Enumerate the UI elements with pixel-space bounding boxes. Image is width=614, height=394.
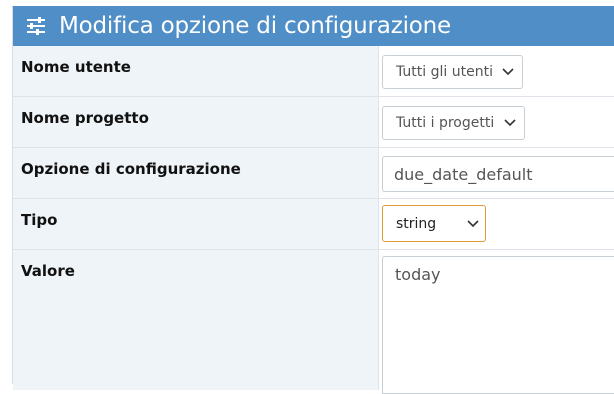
user-field-cell: Tutti gli utenti — [379, 46, 614, 96]
project-select[interactable]: Tutti i progetti — [382, 106, 525, 140]
form-row-type: Tipo string — [13, 199, 614, 250]
config-form: Nome utente Tutti gli utenti Nome proget… — [13, 46, 614, 394]
chevron-down-icon — [504, 119, 516, 127]
config-option-panel: Modifica opzione di configurazione Nome … — [12, 6, 614, 394]
panel-header: Modifica opzione di configurazione — [13, 6, 614, 46]
user-label: Nome utente — [13, 46, 379, 96]
option-label: Opzione di configurazione — [13, 148, 379, 198]
value-textarea[interactable]: today — [382, 256, 614, 394]
user-select[interactable]: Tutti gli utenti — [382, 55, 523, 89]
sliders-icon — [27, 17, 45, 35]
option-input[interactable]: due_date_default — [382, 156, 614, 192]
chevron-down-icon — [502, 68, 514, 76]
chevron-down-icon — [467, 220, 479, 228]
type-select[interactable]: string — [382, 205, 486, 242]
form-row-project: Nome progetto Tutti i progetti — [13, 97, 614, 148]
project-field-cell: Tutti i progetti — [379, 97, 614, 147]
project-select-value: Tutti i progetti — [396, 115, 495, 131]
type-label: Tipo — [13, 199, 379, 249]
form-row-option: Opzione di configurazione due_date_defau… — [13, 148, 614, 199]
form-row-value: Valore today — [13, 250, 614, 394]
user-select-value: Tutti gli utenti — [396, 64, 493, 80]
panel-title: Modifica opzione di configurazione — [59, 13, 451, 39]
form-row-user: Nome utente Tutti gli utenti — [13, 46, 614, 97]
value-label: Valore — [13, 250, 379, 390]
type-select-value: string — [396, 215, 437, 232]
type-field-cell: string — [379, 199, 614, 249]
option-field-cell: due_date_default — [379, 148, 614, 198]
value-field-cell: today — [379, 250, 614, 394]
project-label: Nome progetto — [13, 97, 379, 147]
